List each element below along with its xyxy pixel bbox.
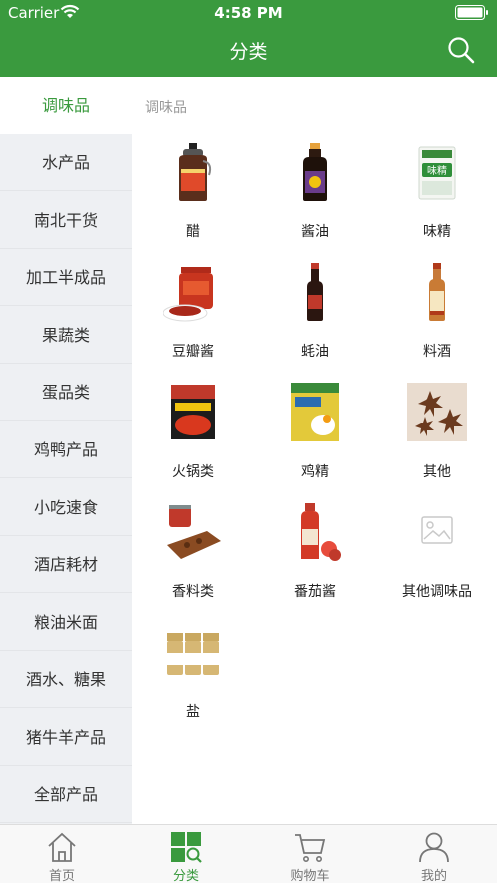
status-bar: Carrier 4:58 PM [0, 0, 497, 26]
product-item-chicken-essence[interactable]: 鸡精 [254, 377, 376, 487]
product-item-other-seasoning[interactable]: 其他调味品 [376, 497, 497, 607]
sidebar-item-poultry[interactable]: 鸡鸭产品 [0, 421, 132, 478]
sidebar-item-seasoning[interactable]: 调味品 [0, 77, 132, 134]
oyster-sauce-bottle-icon [307, 263, 323, 321]
home-icon [48, 832, 76, 862]
product-name: 火锅类 [172, 464, 214, 480]
star-anise-icon [407, 383, 467, 441]
svg-text:味精: 味精 [427, 164, 447, 177]
sidebar-item-dry-goods[interactable]: 南北干货 [0, 192, 132, 249]
product-item-hotpot[interactable]: 火锅类 [132, 377, 254, 487]
product-item-oyster-sauce[interactable]: 蚝油 [254, 257, 376, 367]
vinegar-bottle-icon [179, 143, 212, 201]
category-sidebar: 调味品 水产品 南北干货 加工半成品 果蔬类 蛋品类 鸡鸭产品 小吃速食 酒店耗… [0, 77, 132, 824]
sidebar-item-aquatic[interactable]: 水产品 [0, 134, 132, 191]
section-title: 调味品 [145, 100, 187, 116]
ketchup-bottle-icon [301, 503, 341, 561]
spices-icon [167, 505, 221, 559]
sidebar-item-semi-processed[interactable]: 加工半成品 [0, 249, 132, 306]
product-name: 蚝油 [301, 344, 329, 360]
tab-label: 购物车 [290, 869, 330, 884]
bean-paste-jar-icon [163, 267, 213, 322]
product-item-vinegar[interactable]: 醋 [132, 137, 254, 247]
tab-profile[interactable]: 我的 [372, 825, 496, 884]
user-icon [419, 832, 449, 863]
tab-label: 我的 [420, 869, 447, 884]
salt-jars-icon [167, 633, 219, 675]
clock: 4:58 PM [214, 4, 283, 22]
hotpot-base-pack-icon [171, 385, 215, 439]
page-title: 分类 [229, 41, 268, 63]
product-item-bean-paste[interactable]: 豆瓣酱 [132, 257, 254, 367]
product-item-soy-sauce[interactable]: 酱油 [254, 137, 376, 247]
cooking-wine-bottle-icon [429, 263, 445, 321]
tab-category[interactable]: 分类 [124, 825, 248, 884]
image-placeholder-icon [421, 516, 453, 544]
product-name: 香料类 [172, 584, 214, 600]
chicken-essence-bag-icon [291, 383, 339, 441]
product-item-salt[interactable]: 盐 [132, 617, 254, 727]
tab-home[interactable]: 首页 [0, 825, 124, 884]
product-item-cooking-wine[interactable]: 料酒 [376, 257, 497, 367]
cart-icon [295, 834, 326, 862]
product-item-msg[interactable]: 味精 味精 [376, 137, 497, 247]
product-name: 豆瓣酱 [172, 344, 214, 360]
product-name: 醋 [186, 224, 200, 240]
sidebar-item-snacks[interactable]: 小吃速食 [0, 479, 132, 536]
product-name: 其他 [423, 464, 451, 480]
product-name: 味精 [423, 224, 451, 240]
sidebar-item-all-products[interactable]: 全部产品 [0, 766, 132, 823]
product-name: 料酒 [423, 344, 451, 360]
battery-icon [455, 5, 488, 20]
sidebar-item-fruits-vegetables[interactable]: 果蔬类 [0, 307, 132, 364]
product-name: 酱油 [301, 224, 329, 240]
app-header: Carrier 4:58 PM 分类 [0, 0, 497, 77]
tab-label: 首页 [48, 869, 75, 884]
tab-cart[interactable]: 购物车 [248, 825, 372, 884]
search-icon[interactable] [447, 36, 475, 64]
sidebar-item-eggs[interactable]: 蛋品类 [0, 364, 132, 421]
sidebar-item-meat[interactable]: 猪牛羊产品 [0, 709, 132, 766]
sidebar-item-hotel-supplies[interactable]: 酒店耗材 [0, 536, 132, 593]
soy-sauce-bottle-icon [303, 143, 327, 201]
product-grid-panel: 调味品 醋 酱油 味精 味精 豆瓣酱 蚝油 料酒 火锅类 鸡精 其他 香料类 番… [132, 77, 497, 824]
product-name: 其他调味品 [402, 584, 472, 600]
product-item-other[interactable]: 其他 [376, 377, 497, 487]
product-name: 盐 [186, 704, 200, 720]
product-item-ketchup[interactable]: 番茄酱 [254, 497, 376, 607]
sidebar-item-grain-oil[interactable]: 粮油米面 [0, 594, 132, 651]
product-name: 番茄酱 [294, 584, 336, 600]
product-item-spices[interactable]: 香料类 [132, 497, 254, 607]
category-grid-icon [171, 832, 202, 863]
tab-bar: 首页 分类 购物车 我的 [0, 824, 497, 884]
sidebar-item-drinks-candy[interactable]: 酒水、糖果 [0, 651, 132, 708]
msg-bag-icon: 味精 [418, 146, 456, 200]
tab-label: 分类 [172, 869, 199, 884]
product-name: 鸡精 [301, 464, 329, 480]
